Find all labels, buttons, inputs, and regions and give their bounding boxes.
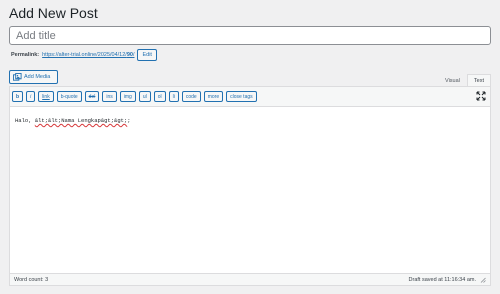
content-placeholder-token: &lt;&lt;Nama Lengkap&gt;&gt; (34, 117, 128, 124)
permalink-base: https://alter-trial.online/2025/04/12/ (42, 52, 127, 58)
fullscreen-icon[interactable] (476, 91, 486, 101)
img-button[interactable]: img (119, 91, 136, 102)
post-content-textarea[interactable]: Halo, &lt;&lt;Nama Lengkap&gt;&gt;; (15, 117, 131, 124)
close-tags-button[interactable]: close tags (226, 91, 257, 102)
ul-button[interactable]: ul (138, 91, 151, 102)
code-button[interactable]: code (181, 91, 201, 102)
post-title-input[interactable] (9, 26, 491, 45)
del-button[interactable]: del (84, 91, 100, 102)
permalink-row: Permalink: https://alter-trial.online/20… (11, 48, 157, 62)
more-button[interactable]: more (203, 91, 224, 102)
add-media-button[interactable]: Add Media (9, 70, 58, 84)
bold-button[interactable]: b (12, 91, 24, 102)
status-right: Draft saved at 11:16:34 am. (409, 277, 486, 283)
word-count: Word count: 3 (14, 276, 49, 283)
add-media-label: Add Media (24, 74, 51, 80)
draft-saved-status: Draft saved at 11:16:34 am. (408, 276, 476, 283)
link-button[interactable]: link (38, 91, 54, 102)
italic-button[interactable]: i (26, 91, 36, 102)
permalink-tail: / (132, 52, 135, 58)
edit-permalink-button[interactable]: Edit (137, 49, 157, 61)
permalink-link[interactable]: https://alter-trial.online/2025/04/12/90… (42, 52, 134, 58)
permalink-label: Permalink: (11, 52, 40, 58)
media-icon (13, 72, 22, 81)
content-prefix: Halo, (15, 117, 35, 124)
editor-statusbar: Word count: 3 Draft saved at 11:16:34 am… (10, 273, 490, 285)
editor: b i link b-quote del ins img ul ol li co… (9, 86, 491, 286)
page-title: Add New Post (9, 5, 98, 21)
blockquote-button[interactable]: b-quote (56, 91, 82, 102)
ins-button[interactable]: ins (102, 91, 117, 102)
quicktags-toolbar: b i link b-quote del ins img ul ol li co… (10, 87, 490, 107)
resize-handle-icon[interactable] (480, 277, 486, 283)
ol-button[interactable]: ol (153, 91, 166, 102)
li-button[interactable]: li (168, 91, 179, 102)
content-suffix: ; (127, 117, 131, 124)
